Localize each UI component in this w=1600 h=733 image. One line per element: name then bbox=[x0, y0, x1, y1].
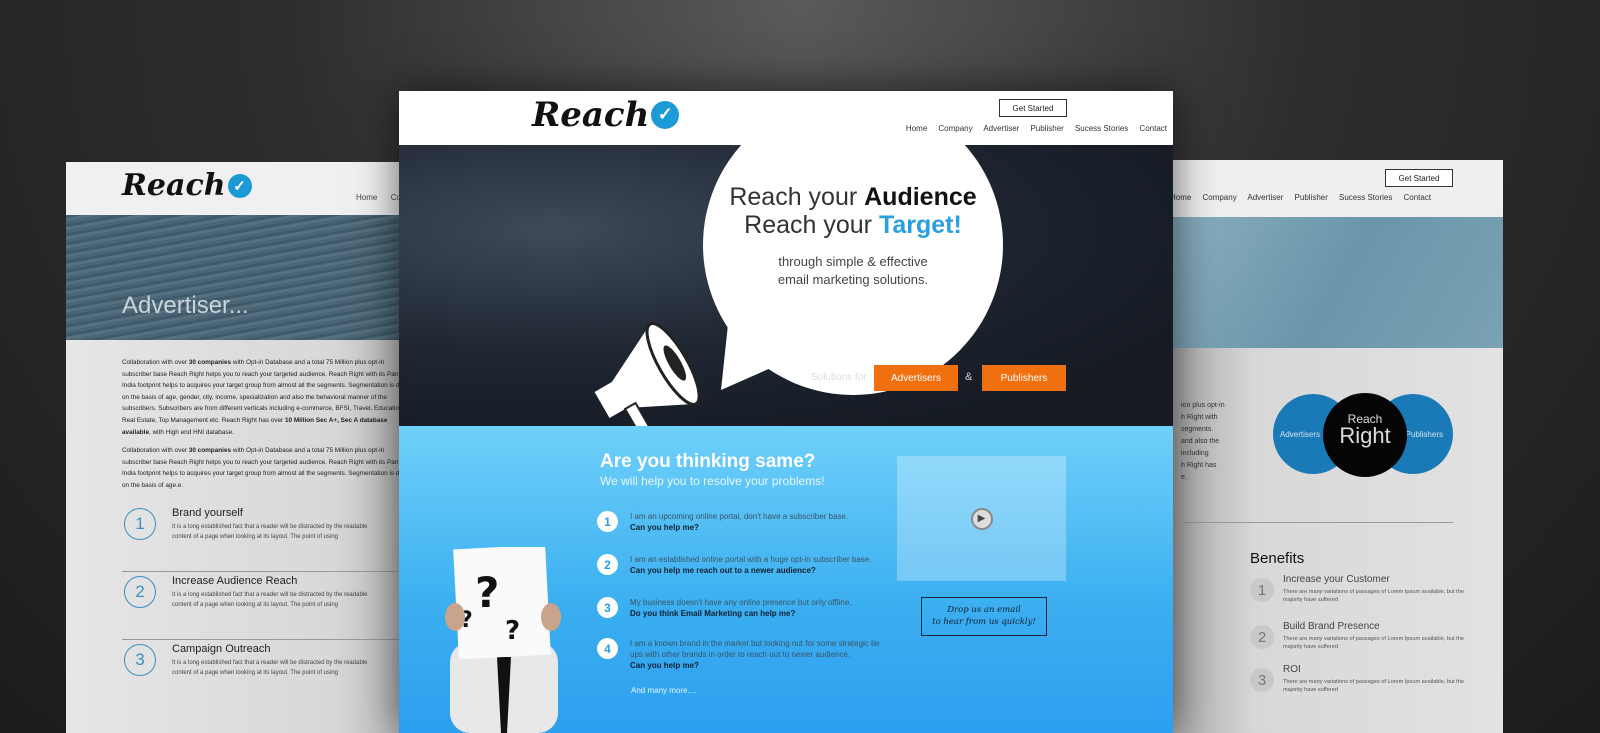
item-desc: It is a long established fact that a rea… bbox=[172, 524, 368, 540]
person-with-question-sign: ? ? ? bbox=[445, 547, 561, 733]
right-nav: Home Company Advertiser Publisher Sucess… bbox=[1173, 193, 1431, 202]
megaphone-icon bbox=[594, 322, 701, 426]
solutions-label: Solutions for bbox=[811, 372, 867, 383]
questions-subtitle: We will help you to resolve your problem… bbox=[600, 474, 825, 488]
benefit-item: 2 Build Brand Presence There are many vari… bbox=[1250, 619, 1480, 662]
question-item: 4I am a known brand in the market but lo… bbox=[597, 638, 887, 671]
nav-home[interactable]: Home bbox=[356, 193, 377, 202]
nav-contact[interactable]: Contact bbox=[1139, 124, 1167, 133]
center-nav: Home Company Advertiser Publisher Sucess… bbox=[906, 124, 1167, 133]
list-item: 2 Increase Audience Reach It is a long e… bbox=[122, 572, 400, 640]
left-nav: Home Co bbox=[356, 193, 400, 202]
item-title: Brand yourself bbox=[172, 507, 243, 519]
item-title: Increase Audience Reach bbox=[172, 575, 298, 587]
nav-company[interactable]: Company bbox=[938, 124, 972, 133]
number-badge: 2 bbox=[124, 576, 156, 608]
nav-home[interactable]: Home bbox=[1173, 193, 1191, 202]
nav-advertiser[interactable]: Advertiser bbox=[983, 124, 1019, 133]
list-item: 1 Brand yourself It is a long establishe… bbox=[122, 504, 400, 572]
questions-title: Are you thinking same? bbox=[600, 451, 816, 472]
center-page-mockup: Reach ✓ Get Started Home Company Advertis… bbox=[399, 91, 1173, 733]
hero-headline: Reach your Audience Reach your Target! bbox=[729, 183, 977, 239]
get-started-button[interactable]: Get Started bbox=[999, 99, 1067, 117]
question-item: 1I am an upcoming online portal, don't h… bbox=[597, 511, 887, 533]
benefits-title: Benefits bbox=[1250, 550, 1305, 567]
hero-title: Advertiser... bbox=[122, 292, 249, 319]
nav-success-stories[interactable]: Sucess Stories bbox=[1075, 124, 1128, 133]
left-para-1: Collaboration with over 30 companies wit… bbox=[122, 359, 400, 436]
number-badge: 1 bbox=[124, 508, 156, 540]
publishers-button[interactable]: Publishers bbox=[982, 365, 1066, 391]
ocean-hero: Advertiser... bbox=[66, 215, 400, 340]
video-player[interactable]: ▶ bbox=[897, 456, 1066, 581]
nav-advertiser[interactable]: Advertiser bbox=[1247, 193, 1283, 202]
nav-success-stories[interactable]: Sucess Stories bbox=[1339, 193, 1392, 202]
right-page-mockup: Get Started Home Company Advertiser Publ… bbox=[1173, 160, 1503, 733]
benefit-item: 1 Increase your Customer There are many va… bbox=[1250, 572, 1480, 619]
nav-contact[interactable]: Contact bbox=[1404, 193, 1432, 202]
benefits-list: 1 Increase your Customer There are many va… bbox=[1250, 572, 1480, 705]
left-list: 1 Brand yourself It is a long establishe… bbox=[122, 504, 400, 708]
svg-text:?: ? bbox=[505, 616, 520, 646]
item-desc: It is a long established fact that a rea… bbox=[172, 592, 368, 608]
benefit-item: 3 ROI There are many variations of passage… bbox=[1250, 662, 1480, 705]
questions-section: Are you thinking same? We will help you … bbox=[399, 426, 1173, 733]
item-desc: It is a long established fact that a rea… bbox=[172, 660, 368, 676]
left-header: Reach ✓ Home Co bbox=[66, 162, 400, 215]
advertisers-button[interactable]: Advertisers bbox=[874, 365, 958, 391]
nav-company[interactable]: Company bbox=[1202, 193, 1236, 202]
left-para-2: Collaboration with over 30 companies wit… bbox=[122, 447, 400, 489]
left-page-mockup: Reach ✓ Home Co Advertiser... Collaborati… bbox=[66, 162, 400, 733]
architecture-hero bbox=[1173, 217, 1503, 348]
svg-text:?: ? bbox=[475, 568, 499, 617]
email-note-box[interactable]: Drop us an email to hear from us quickly! bbox=[921, 597, 1047, 636]
nav-publisher[interactable]: Publisher bbox=[1030, 124, 1063, 133]
question-item: 3 My business doesn't have any online pre… bbox=[597, 597, 887, 619]
right-text-fragment: ion plus opt-in h Right with segments. and … bbox=[1181, 402, 1225, 481]
center-logo: Reach ✓ bbox=[532, 95, 680, 135]
ampersand: & bbox=[965, 371, 973, 383]
get-started-button[interactable]: Get Started bbox=[1385, 169, 1453, 187]
and-many-more: And many more.... bbox=[631, 686, 697, 695]
item-title: Campaign Outreach bbox=[172, 643, 271, 655]
check-icon: ✓ bbox=[227, 173, 252, 198]
question-item: 2I am an established online portal with … bbox=[597, 554, 887, 576]
center-header: Reach ✓ Get Started Home Company Advertis… bbox=[399, 91, 1173, 145]
check-icon: ✓ bbox=[651, 101, 680, 129]
nav-publisher[interactable]: Publisher bbox=[1295, 193, 1328, 202]
list-item: 3 Campaign Outreach It is a long establi… bbox=[122, 640, 400, 708]
divider bbox=[1183, 522, 1453, 523]
nav-home[interactable]: Home bbox=[906, 124, 927, 133]
hero-subtitle: through simple & effective email marketin… bbox=[777, 254, 929, 287]
left-logo: Reach ✓ bbox=[122, 168, 252, 203]
hero-section: Reach your Audience Reach your Target! t… bbox=[399, 145, 1173, 426]
venn-reach-right: Reach Right bbox=[1323, 393, 1407, 477]
play-icon[interactable]: ▶ bbox=[970, 507, 993, 530]
number-badge: 3 bbox=[124, 644, 156, 676]
right-header: Get Started Home Company Advertiser Publ… bbox=[1173, 160, 1503, 217]
